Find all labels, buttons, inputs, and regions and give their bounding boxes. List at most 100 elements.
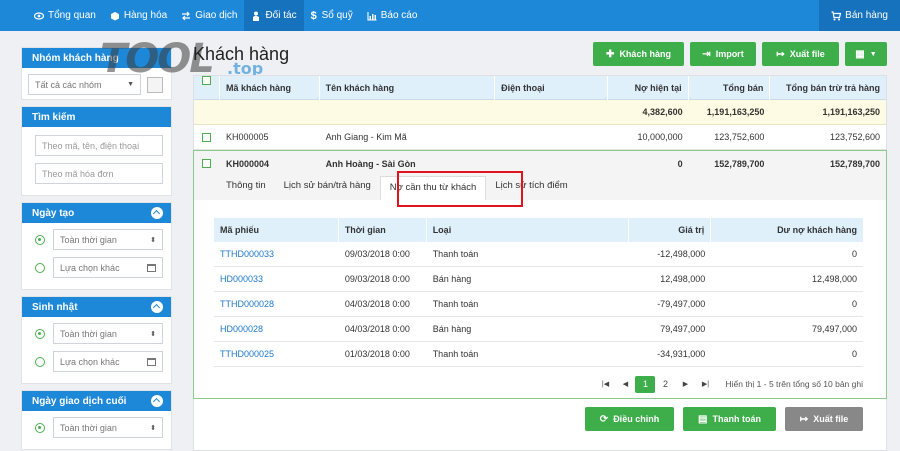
radio-all-time[interactable] (35, 422, 45, 433)
voucher-balance: 79,497,000 (811, 324, 857, 334)
cart-icon (831, 10, 842, 20)
col-code[interactable]: Mã khách hàng (220, 75, 320, 100)
radio-all-time[interactable] (35, 328, 45, 339)
collapse-icon[interactable] (151, 301, 163, 313)
nav-reports[interactable]: Báo cáo (360, 0, 425, 31)
next-page-icon[interactable]: ▶ (675, 376, 695, 393)
sort-icon: ⬍ (150, 424, 156, 432)
select-all-checkbox[interactable] (201, 75, 211, 85)
button-label: Khách hàng (619, 49, 671, 59)
search-panel: Tìm kiếm Theo mã, tên, điện thoại Theo m… (21, 106, 172, 196)
col-sales[interactable]: Tổng bán (689, 75, 771, 100)
grid-icon: ▦ (855, 48, 865, 60)
tab-sales-history[interactable]: Lịch sử bán/trả hàng (275, 176, 380, 200)
sales-label: Bán hàng (845, 10, 888, 21)
select-value: Lựa chọn khác (60, 356, 120, 367)
col-phone[interactable]: Điện thoại (495, 75, 608, 100)
birthday-panel: Sinh nhật Toàn thời gian ⬍ Lựa chọn khác (21, 296, 172, 384)
table-header: Mã khách hàng Tên khách hàng Điện thoại … (194, 75, 886, 100)
page-2-button[interactable]: 2 (655, 376, 675, 393)
table-row[interactable]: KH000004 Anh Hoàng - Sài Gòn 0 152,789,7… (194, 151, 886, 176)
voucher-balance: 0 (851, 249, 857, 259)
adjust-button[interactable]: ⟳ Điều chỉnh (585, 407, 674, 431)
voucher-link[interactable]: TTHD000033 (220, 249, 274, 259)
nav-cashbook[interactable]: $ Sổ quỹ (304, 0, 360, 31)
voucher-link[interactable]: TTHD000025 (220, 349, 274, 359)
custom-date-input[interactable]: Lựa chọn khác (53, 257, 163, 278)
button-label: Import (715, 49, 744, 59)
col-name[interactable]: Tên khách hàng (320, 75, 496, 100)
customer-name: Anh Hoàng - Sài Gòn (325, 158, 416, 169)
all-time-select[interactable]: Toàn thời gian ⬍ (53, 229, 163, 250)
voucher-link[interactable]: HD000033 (220, 274, 263, 284)
panel-header[interactable]: Ngày tạo (22, 203, 171, 223)
collapse-icon[interactable] (151, 207, 163, 219)
sub-table-row: TTHD000028 04/03/2018 0:00 Thanh toán -7… (214, 292, 863, 317)
voucher-value: -34,931,000 (657, 349, 706, 359)
search-code-input[interactable]: Theo mã, tên, điện thoại (35, 135, 163, 156)
total-net: 1,191,163,250 (822, 107, 881, 117)
customer-code: KH000005 (225, 132, 269, 142)
sales-button[interactable]: Bán hàng (819, 0, 900, 31)
panel-title: Tìm kiếm (32, 111, 76, 123)
voucher-type: Thanh toán (432, 299, 479, 309)
last-page-icon[interactable]: ▶| (695, 376, 715, 393)
all-time-select[interactable]: Toàn thời gian ⬍ (53, 323, 163, 344)
voucher-value: 12,498,000 (660, 274, 706, 284)
placeholder: Theo mã hóa đơn (42, 168, 114, 179)
voucher-link[interactable]: HD000028 (220, 324, 263, 334)
nav-products[interactable]: Hàng hóa (103, 0, 174, 31)
radio-custom[interactable] (35, 262, 45, 273)
add-customer-button[interactable]: ✚ Khách hàng (593, 42, 684, 66)
nav-transactions[interactable]: Giao dịch (174, 0, 244, 31)
nav-label: Tổng quan (48, 10, 96, 21)
voucher-time: 09/03/2018 0:00 (344, 274, 410, 284)
detail-tabs: Thông tin Lịch sử bán/trả hàng Nợ cần th… (194, 176, 886, 200)
voucher-type: Bán hàng (432, 324, 472, 334)
voucher-balance: 12,498,000 (811, 274, 857, 284)
export-button[interactable]: ↦ Xuất file (762, 42, 839, 66)
nav-label: Giao dịch (195, 10, 238, 21)
nav-overview[interactable]: Tổng quan (0, 0, 103, 31)
all-time-select[interactable]: Toàn thời gian ⬍ (53, 417, 163, 438)
custom-date-input[interactable]: Lựa chọn khác (53, 351, 163, 372)
voucher-value: 79,497,000 (660, 324, 706, 334)
nav-partners[interactable]: Đối tác (244, 0, 304, 31)
panel-header[interactable]: Sinh nhật (22, 297, 171, 317)
voucher-value: -79,497,000 (657, 299, 706, 309)
collapse-icon[interactable] (151, 395, 163, 407)
table-row[interactable]: KH000005 Anh Giang - Kim Mã 10,000,000 1… (194, 125, 886, 150)
row-checkbox[interactable] (202, 132, 212, 142)
search-invoice-input[interactable]: Theo mã hóa đơn (35, 163, 163, 184)
caret-down-icon: ▼ (127, 81, 134, 88)
user-icon (253, 11, 260, 21)
expanded-row: KH000004 Anh Hoàng - Sài Gòn 0 152,789,7… (193, 150, 887, 399)
radio-custom[interactable] (35, 356, 45, 367)
import-button[interactable]: ⇥ Import (690, 42, 756, 66)
column-view-button[interactable]: ▦ ▼ (845, 42, 887, 66)
col-net-sales[interactable]: Tổng bán trừ trả hàng (770, 76, 886, 100)
page-1-button[interactable]: 1 (635, 375, 656, 393)
button-label: Xuất file (813, 414, 849, 424)
import-icon: ⇥ (702, 48, 711, 60)
voucher-link[interactable]: TTHD000028 (220, 299, 274, 309)
prev-page-icon[interactable]: ◀ (615, 376, 635, 393)
voucher-balance: 0 (851, 299, 857, 309)
sub-table-row: TTHD000025 01/03/2018 0:00 Thanh toán -3… (214, 342, 863, 367)
panel-header: Tìm kiếm (22, 107, 171, 127)
page-title: Khách hàng (193, 44, 290, 64)
tab-info[interactable]: Thông tin (217, 176, 275, 200)
pay-button[interactable]: ▤ Thanh toán (683, 407, 776, 431)
col-debt[interactable]: Nợ hiện tại (608, 75, 689, 100)
box-icon (110, 11, 119, 20)
row-checkbox[interactable] (202, 159, 212, 168)
top-nav: Tổng quan Hàng hóa Giao dịch Đối tác $ S… (0, 0, 900, 31)
plus-icon: ✚ (606, 48, 615, 60)
radio-all-time[interactable] (35, 234, 45, 245)
sort-icon: ⬍ (150, 236, 156, 244)
first-page-icon[interactable]: |◀ (595, 376, 615, 393)
export-debt-button[interactable]: ↦ Xuất file (785, 407, 863, 431)
col-type: Loại (427, 218, 630, 242)
panel-header[interactable]: Ngày giao dịch cuối (22, 391, 171, 411)
bar-chart-icon (367, 11, 377, 21)
